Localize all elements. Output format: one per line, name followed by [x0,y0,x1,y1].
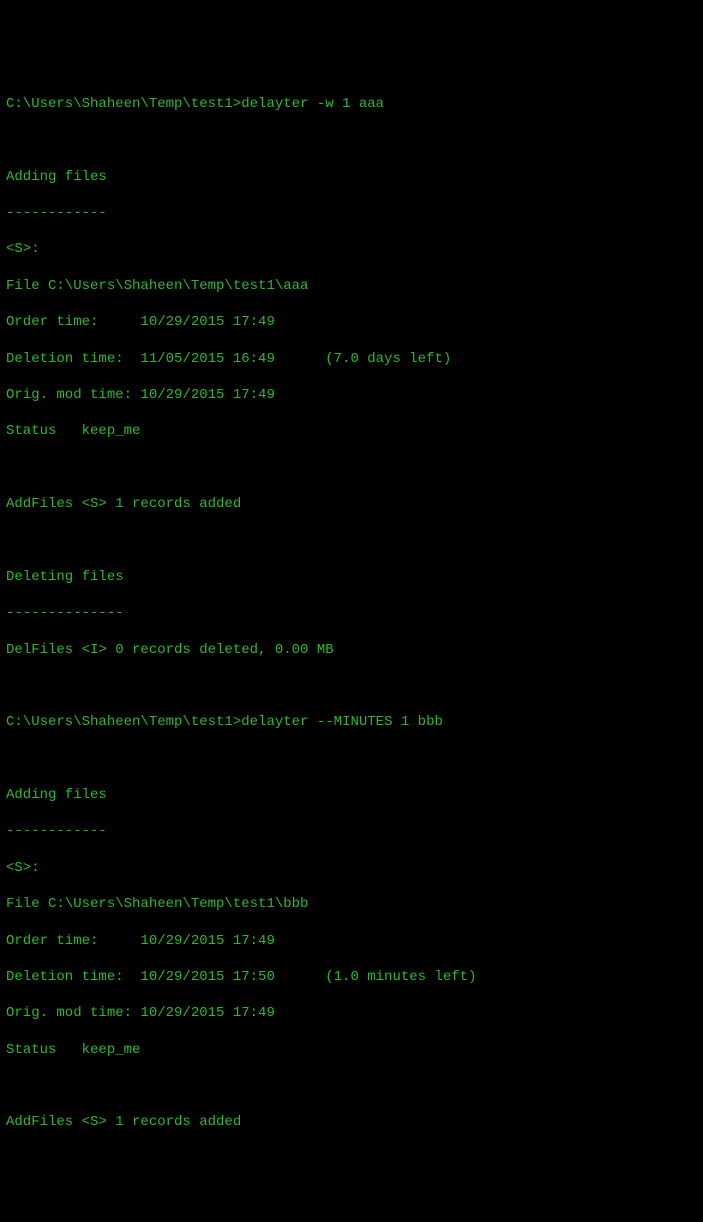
delfiles-result: DelFiles <I> 0 records deleted, 0.00 MB [6,641,697,659]
marker-line: <S>: [6,859,697,877]
deletion-time-line: Deletion time: 11/05/2015 16:49 (7.0 day… [6,350,697,368]
divider: ------------ [6,204,697,222]
status-line: Status keep_me [6,422,697,440]
adding-files-header: Adding files [6,168,697,186]
prompt: C:\Users\Shaheen\Temp\test1> [6,96,241,112]
addfiles-result: AddFiles <S> 1 records added [6,1113,697,1131]
blank-line [6,677,697,695]
adding-files-header: Adding files [6,786,697,804]
blank-line [6,131,697,149]
command-input[interactable]: delayter -w 1 aaa [241,96,384,112]
command-input[interactable]: delayter --MINUTES 1 bbb [241,714,443,730]
prompt-line-1[interactable]: C:\Users\Shaheen\Temp\test1>delayter -w … [6,95,697,113]
blank-line [6,459,697,477]
prompt: C:\Users\Shaheen\Temp\test1> [6,714,241,730]
deleting-files-header: Deleting files [6,568,697,586]
blank-line [6,750,697,768]
orig-mod-time-line: Orig. mod time: 10/29/2015 17:49 [6,1004,697,1022]
addfiles-result: AddFiles <S> 1 records added [6,495,697,513]
orig-mod-time-line: Orig. mod time: 10/29/2015 17:49 [6,386,697,404]
status-line: Status keep_me [6,1041,697,1059]
divider: -------------- [6,604,697,622]
file-path-line: File C:\Users\Shaheen\Temp\test1\bbb [6,895,697,913]
order-time-line: Order time: 10/29/2015 17:49 [6,313,697,331]
divider: ------------ [6,822,697,840]
blank-line [6,531,697,549]
terminal-output: C:\Users\Shaheen\Temp\test1>delayter -w … [6,77,697,1150]
order-time-line: Order time: 10/29/2015 17:49 [6,932,697,950]
prompt-line-2[interactable]: C:\Users\Shaheen\Temp\test1>delayter --M… [6,713,697,731]
marker-line: <S>: [6,240,697,258]
blank-line [6,1077,697,1095]
deletion-time-line: Deletion time: 10/29/2015 17:50 (1.0 min… [6,968,697,986]
file-path-line: File C:\Users\Shaheen\Temp\test1\aaa [6,277,697,295]
